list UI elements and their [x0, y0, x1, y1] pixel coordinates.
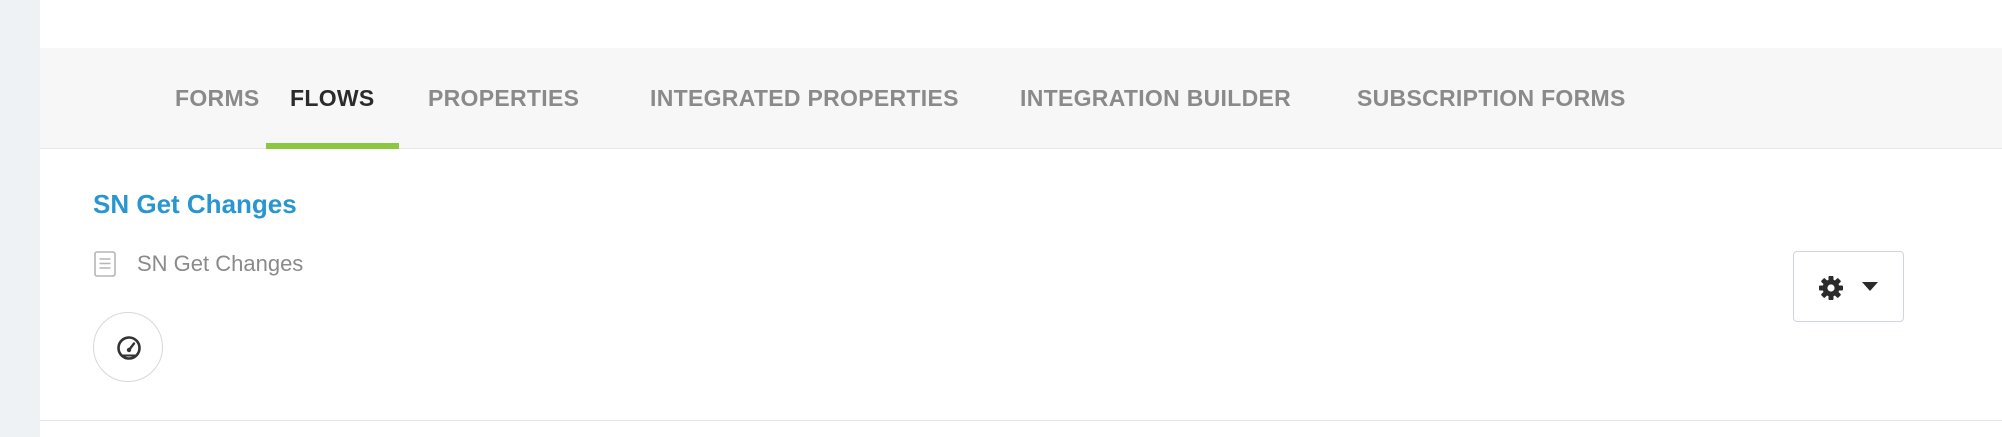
settings-dropdown-button[interactable] — [1793, 251, 1904, 322]
bottom-spacer — [40, 421, 2002, 437]
tab-integration-builder[interactable]: INTEGRATION BUILDER — [996, 48, 1315, 149]
flow-list-item: SN Get Changes SN Get Changes — [40, 149, 2002, 421]
tab-subscription-forms-label: SUBSCRIPTION FORMS — [1357, 85, 1626, 111]
tab-properties-label: PROPERTIES — [428, 85, 580, 111]
dashboard-button[interactable] — [93, 312, 163, 382]
tab-integrated-properties-label: INTEGRATED PROPERTIES — [650, 85, 959, 111]
tab-subscription-forms[interactable]: SUBSCRIPTION FORMS — [1333, 48, 1650, 149]
tab-forms[interactable]: FORMS — [151, 48, 284, 149]
tab-flows-label: FLOWS — [290, 85, 375, 111]
tab-properties[interactable]: PROPERTIES — [404, 48, 603, 149]
top-spacer — [40, 0, 2002, 48]
left-sidebar-strip — [0, 0, 40, 437]
tab-integration-builder-label: INTEGRATION BUILDER — [1020, 85, 1292, 111]
gear-icon — [1819, 276, 1843, 300]
dashboard-gauge-icon — [117, 336, 141, 360]
tab-forms-label: FORMS — [175, 85, 260, 111]
tab-integrated-properties[interactable]: INTEGRATED PROPERTIES — [626, 48, 983, 149]
caret-down-icon — [1862, 282, 1878, 291]
tab-bar: FORMS FLOWS PROPERTIES INTEGRATED PROPER… — [40, 48, 2002, 149]
flow-title-link[interactable]: SN Get Changes — [93, 189, 297, 220]
document-icon — [94, 251, 116, 277]
tab-flows[interactable]: FLOWS — [266, 48, 399, 149]
flow-description: SN Get Changes — [137, 251, 304, 276]
